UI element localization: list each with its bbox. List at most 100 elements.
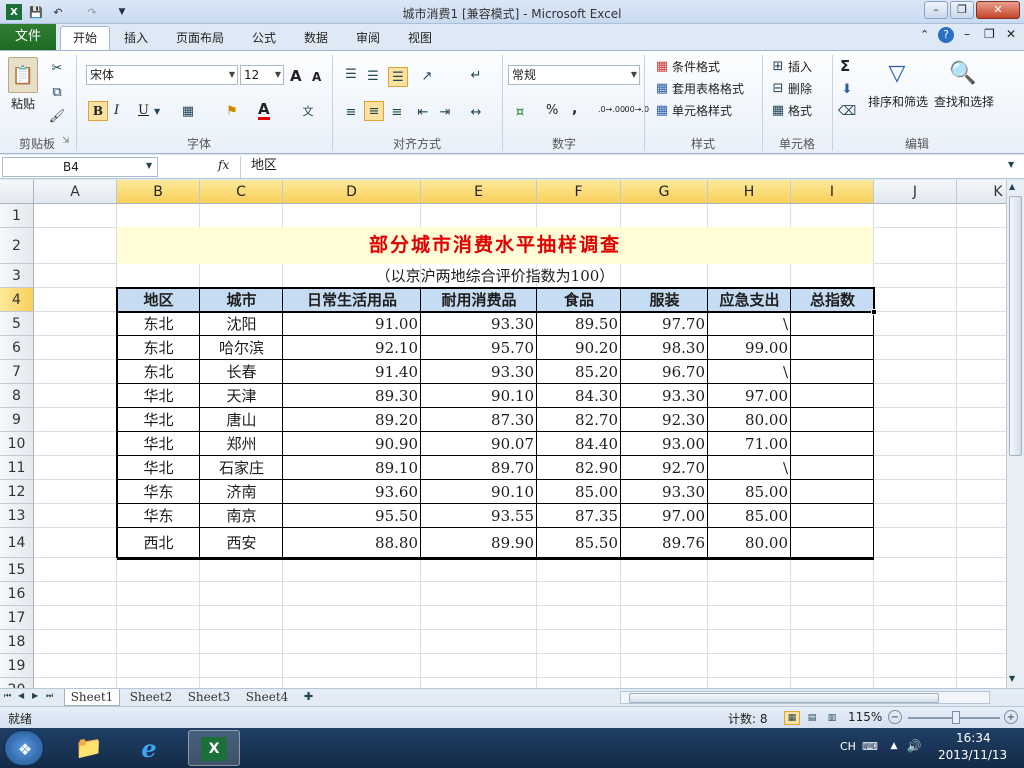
zoom-level[interactable]: 115% xyxy=(848,710,882,724)
paste-button[interactable]: 粘贴 xyxy=(11,95,35,112)
insert-cells-icon[interactable]: ⊞ xyxy=(770,59,786,74)
name-box[interactable]: B4 xyxy=(2,157,158,177)
table-cell[interactable]: 82.70 xyxy=(537,408,621,432)
next-sheet-icon[interactable]: ▶ xyxy=(32,691,38,700)
table-cell[interactable]: 东北 xyxy=(117,336,200,360)
doc-close-button[interactable]: ✕ xyxy=(1006,27,1016,41)
decrease-indent-icon[interactable]: ⇤ xyxy=(414,103,432,121)
column-header-d[interactable]: D xyxy=(283,180,421,204)
row-header[interactable]: 6 xyxy=(0,336,34,360)
table-cell[interactable]: 85.20 xyxy=(537,360,621,384)
table-cell[interactable]: 西安 xyxy=(200,528,283,558)
table-cell[interactable]: 89.30 xyxy=(283,384,421,408)
find-select-button[interactable]: 查找和选择 xyxy=(934,93,994,110)
row-header[interactable]: 10 xyxy=(0,432,34,456)
prev-sheet-icon[interactable]: ◀ xyxy=(18,691,24,700)
delete-cells-button[interactable]: 删除 xyxy=(788,80,812,97)
start-button[interactable]: ❖ xyxy=(4,730,44,766)
table-cell[interactable] xyxy=(791,360,874,384)
row-header[interactable]: 13 xyxy=(0,504,34,528)
table-cell[interactable]: 89.50 xyxy=(537,312,621,336)
italic-button[interactable]: I xyxy=(114,103,119,118)
copy-icon[interactable]: ⧉ xyxy=(48,83,66,101)
clear-icon[interactable]: ⌫ xyxy=(838,103,856,119)
cell-styles-button[interactable]: 单元格样式 xyxy=(672,102,732,119)
column-header-a[interactable]: A xyxy=(34,180,117,204)
table-cell[interactable] xyxy=(791,408,874,432)
sheet-tab-sheet2[interactable]: Sheet2 xyxy=(124,689,178,706)
scroll-down-icon[interactable]: ▼ xyxy=(1009,674,1015,683)
sheet-tab-sheet1[interactable]: Sheet1 xyxy=(64,689,120,706)
vertical-scrollbar[interactable]: ▲ ▼ xyxy=(1006,180,1024,688)
delete-cells-icon[interactable]: ⊟ xyxy=(770,81,786,96)
phonetic-icon[interactable]: 文 xyxy=(298,103,318,119)
table-cell[interactable] xyxy=(791,384,874,408)
row-header[interactable]: 15 xyxy=(0,558,34,582)
table-cell[interactable]: 90.10 xyxy=(421,480,537,504)
fill-icon[interactable]: ⬇ xyxy=(838,81,856,97)
merge-center-icon[interactable]: ↔ xyxy=(466,103,486,121)
table-cell[interactable]: 89.10 xyxy=(283,456,421,480)
sheet-tab-sheet4[interactable]: Sheet4 xyxy=(240,689,294,706)
maximize-button[interactable]: ❐ xyxy=(950,1,974,19)
row-header[interactable]: 19 xyxy=(0,654,34,678)
table-cell[interactable] xyxy=(791,480,874,504)
table-cell[interactable]: 97.70 xyxy=(621,312,708,336)
sheet-subtitle-cell[interactable]: （以京沪两地综合评价指数为100） xyxy=(117,264,873,288)
row-header[interactable]: 1 xyxy=(0,204,34,228)
font-size-combo[interactable]: 12 ▼ xyxy=(240,65,284,85)
format-cells-button[interactable]: 格式 xyxy=(788,102,812,119)
comma-button[interactable]: , xyxy=(572,101,577,117)
column-header-b[interactable]: B xyxy=(117,180,200,204)
table-cell[interactable]: 96.70 xyxy=(621,360,708,384)
table-cell[interactable]: 93.30 xyxy=(421,360,537,384)
table-cell[interactable]: 89.90 xyxy=(421,528,537,558)
autosum-button[interactable]: Σ xyxy=(840,57,850,75)
find-select-icon[interactable]: 🔍 xyxy=(946,55,980,91)
fill-handle[interactable] xyxy=(871,309,877,315)
table-cell[interactable] xyxy=(791,336,874,360)
table-cell[interactable]: 85.00 xyxy=(708,480,791,504)
column-header-k[interactable]: K xyxy=(957,180,1006,204)
column-header-j[interactable]: J xyxy=(874,180,957,204)
table-cell[interactable]: 80.00 xyxy=(708,528,791,558)
table-cell[interactable]: 98.30 xyxy=(621,336,708,360)
table-cell[interactable] xyxy=(791,432,874,456)
table-cell[interactable]: 93.30 xyxy=(421,312,537,336)
shrink-font-button[interactable]: A xyxy=(312,70,321,84)
format-painter-icon[interactable]: 🖌 xyxy=(48,107,66,125)
table-cell[interactable]: 87.30 xyxy=(421,408,537,432)
clock-date[interactable]: 2013/11/13 xyxy=(938,748,1007,762)
chevron-down-icon[interactable]: ▼ xyxy=(146,161,152,170)
doc-minimize-button[interactable]: – xyxy=(964,27,970,41)
zoom-in-icon[interactable]: + xyxy=(1004,710,1018,724)
worksheet-grid[interactable]: ABCDEFGHIJK 1 2 3 4 5 6 7 8 9 10 11 12 13 14 15 16 17 18 1… xyxy=(0,180,1006,688)
doc-restore-button[interactable]: ❐ xyxy=(984,27,995,41)
column-header-f[interactable]: F xyxy=(537,180,621,204)
close-button[interactable]: ✕ xyxy=(976,1,1020,19)
row-header[interactable]: 17 xyxy=(0,606,34,630)
table-cell[interactable]: 93.30 xyxy=(621,480,708,504)
table-cell[interactable]: \ xyxy=(708,312,791,336)
insert-function-button[interactable]: fx xyxy=(218,158,229,172)
conditional-format-icon[interactable]: ▦ xyxy=(654,59,670,74)
sheet-tab-sheet3[interactable]: Sheet3 xyxy=(182,689,236,706)
row-header[interactable]: 16 xyxy=(0,582,34,606)
tab-data[interactable]: 数据 xyxy=(304,29,328,46)
input-language[interactable]: CH xyxy=(840,740,856,753)
table-cell[interactable]: 91.40 xyxy=(283,360,421,384)
volume-icon[interactable]: 🔊 xyxy=(906,738,922,754)
row-header[interactable]: 18 xyxy=(0,630,34,654)
decrease-decimal-button[interactable]: .00→.0 xyxy=(622,105,649,114)
row-header[interactable]: 20 xyxy=(0,678,34,688)
collapse-ribbon-icon[interactable]: ⌃ xyxy=(920,28,929,41)
table-cell[interactable]: 南京 xyxy=(200,504,283,528)
table-cell[interactable]: 90.07 xyxy=(421,432,537,456)
help-icon[interactable]: ? xyxy=(938,27,954,43)
table-cell[interactable]: 85.00 xyxy=(708,504,791,528)
page-break-view-icon[interactable]: ▥ xyxy=(824,711,840,725)
table-cell[interactable]: 89.20 xyxy=(283,408,421,432)
table-cell[interactable]: 84.40 xyxy=(537,432,621,456)
table-cell[interactable]: 90.10 xyxy=(421,384,537,408)
row-header[interactable]: 7 xyxy=(0,360,34,384)
